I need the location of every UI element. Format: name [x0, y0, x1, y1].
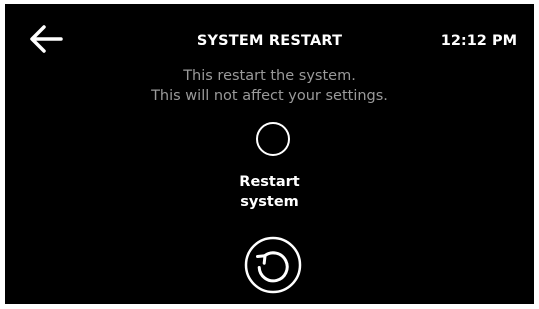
restart-label-line-2: system [240, 194, 299, 210]
restart-system-radio[interactable] [256, 122, 290, 156]
restart-message: This restart the system. This will not a… [5, 66, 534, 106]
restart-screen: SYSTEM RESTART 12:12 PM This restart the… [5, 4, 534, 304]
restart-button[interactable] [244, 236, 302, 294]
clock: 12:12 PM [440, 33, 517, 49]
restart-label-line-1: Restart [239, 174, 300, 190]
restart-icon [244, 236, 302, 294]
message-line-2: This will not affect your settings. [151, 88, 388, 104]
restart-system-label: Restart system [5, 172, 534, 212]
message-line-1: This restart the system. [183, 68, 356, 84]
